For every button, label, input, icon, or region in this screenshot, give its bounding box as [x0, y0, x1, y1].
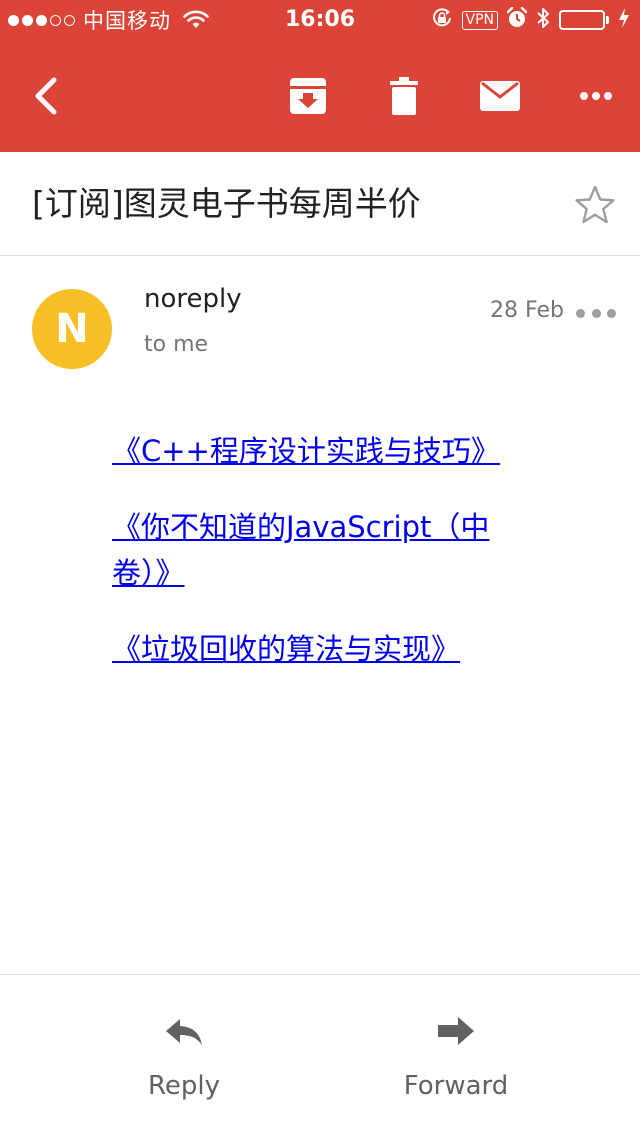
back-button[interactable] — [16, 40, 76, 152]
forward-label: Forward — [403, 1071, 509, 1101]
app-header: 中国移动 16:06 VPN — [0, 0, 640, 152]
delete-icon — [390, 77, 418, 115]
toolbar — [0, 40, 640, 152]
message-date: 28 Feb — [490, 298, 564, 323]
reply-label: Reply — [147, 1071, 220, 1101]
status-right: VPN — [431, 0, 631, 40]
star-button[interactable] — [570, 180, 620, 230]
mark-unread-button[interactable] — [472, 40, 528, 152]
forward-button[interactable]: Forward — [346, 975, 566, 1137]
archive-icon — [290, 78, 326, 114]
subject-bar: [订阅]图灵电子书每周半价 — [0, 152, 640, 256]
charging-bolt-icon — [618, 7, 630, 33]
bluetooth-icon — [536, 6, 550, 34]
orientation-lock-icon — [431, 7, 453, 33]
more-dot-icon — [591, 308, 601, 318]
more-options-button[interactable] — [568, 40, 624, 152]
reply-button[interactable]: Reply — [74, 975, 294, 1137]
book-link-gc[interactable]: 《垃圾回收的算法与实现》 — [112, 626, 532, 672]
reply-icon — [166, 1019, 202, 1045]
alarm-icon — [506, 6, 528, 33]
mail-icon — [480, 81, 520, 111]
forward-icon — [438, 1017, 474, 1045]
sender-name: noreply — [144, 284, 242, 314]
message-more-button[interactable] — [576, 298, 616, 328]
bottom-action-bar: Reply Forward — [0, 974, 640, 1136]
delete-button[interactable] — [376, 40, 432, 152]
book-link-cpp[interactable]: 《C++程序设计实践与技巧》 — [112, 428, 532, 474]
email-subject: [订阅]图灵电子书每周半价 — [32, 184, 421, 223]
message-body: 《C++程序设计实践与技巧》 《你不知道的JavaScript（中卷）》 《垃圾… — [112, 428, 532, 702]
more-dot-icon — [576, 308, 585, 318]
more-dot-icon — [607, 308, 616, 318]
book-link-javascript[interactable]: 《你不知道的JavaScript（中卷）》 — [112, 504, 532, 596]
status-bar: 中国移动 16:06 VPN — [0, 0, 640, 40]
vpn-badge: VPN — [461, 10, 498, 30]
archive-button[interactable] — [280, 40, 336, 152]
battery-icon — [559, 10, 609, 30]
back-arrow-icon — [35, 77, 57, 115]
recipient-line[interactable]: to me — [144, 332, 208, 357]
sender-avatar[interactable]: N — [32, 289, 112, 369]
star-outline-icon — [575, 185, 615, 224]
more-vert-icon — [580, 92, 612, 100]
